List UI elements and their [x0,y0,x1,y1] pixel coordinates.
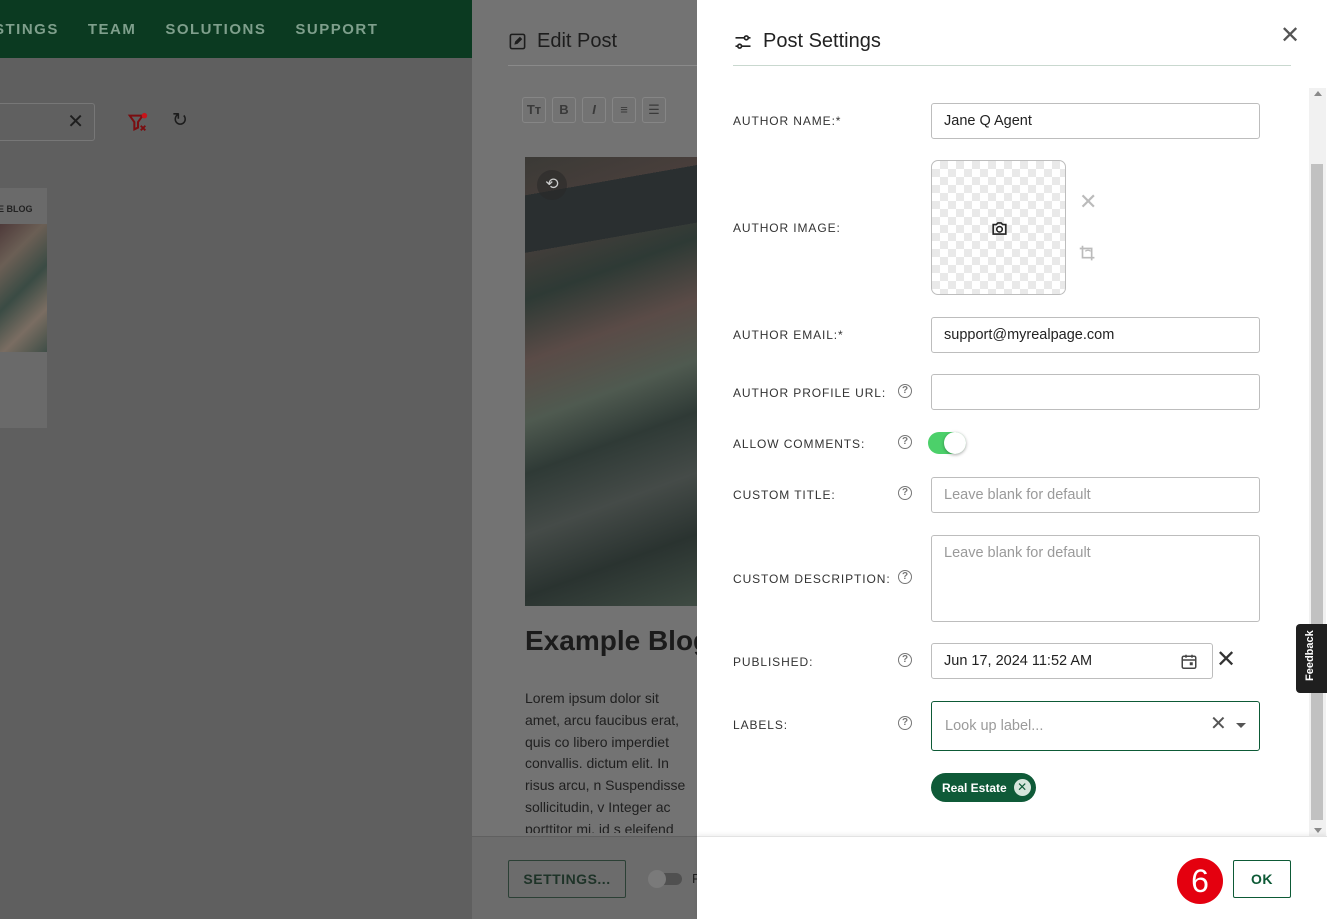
publish-toggle[interactable] [648,870,682,888]
text-size-button[interactable]: Tт [522,97,546,123]
blog-card-title: E BLOG [0,204,33,214]
published-date-value: Jun 17, 2024 11:52 AM [944,653,1093,669]
allow-comments-label: ALLOW COMMENTS: [733,437,866,451]
author-email-label: AUTHOR EMAIL:* [733,328,844,342]
edit-post-title: Edit Post [537,30,618,52]
camera-icon [992,222,1007,235]
feedback-label: Feedback [1304,630,1316,681]
list-button[interactable]: ☰ [642,97,666,123]
panel-title: Post Settings [763,30,881,52]
label-chip[interactable]: Real Estate ✕ [931,773,1036,802]
post-body[interactable]: Lorem ipsum dolor sit amet, arcu faucibu… [525,688,697,833]
app-top-nav: STINGS TEAM SOLUTIONS SUPPORT [0,0,472,58]
custom-title-input[interactable]: Leave blank for default [931,477,1260,513]
clear-date-icon[interactable]: ✕ [1216,648,1236,672]
author-email-input[interactable]: support@myrealpage.com [931,317,1260,353]
calendar-icon[interactable] [1180,652,1198,671]
panel-divider [733,65,1291,66]
blog-card[interactable]: E BLOG [0,188,47,428]
scroll-thumb[interactable] [1311,164,1323,820]
help-icon[interactable]: ? [898,435,912,449]
nav-item-team[interactable]: TEAM [88,21,137,38]
filter-icon[interactable] [127,112,149,134]
blog-card-image [0,224,47,352]
author-name-input[interactable]: Jane Q Agent [931,103,1260,139]
custom-description-textarea[interactable]: Leave blank for default [931,535,1260,622]
custom-title-label: CUSTOM TITLE: [733,488,836,502]
bold-button[interactable]: B [552,97,576,123]
help-icon[interactable]: ? [898,716,912,730]
help-icon[interactable]: ? [898,486,912,500]
divider [508,65,697,66]
labels-label: LABELS: [733,718,788,732]
edit-post-dialog: Edit Post Tт B I ≡ ☰ ⟲ Example Blog Lore… [472,0,710,919]
post-title[interactable]: Example Blog [525,625,710,657]
chevron-down-icon[interactable] [1236,723,1246,728]
scroll-up-icon[interactable] [1314,91,1322,96]
refresh-icon[interactable]: ↻ [172,111,190,130]
help-icon[interactable]: ? [898,570,912,584]
sliders-icon [735,34,751,49]
clear-labels-icon[interactable]: ✕ [1210,714,1227,734]
published-date-input[interactable]: Jun 17, 2024 11:52 AM [931,643,1213,679]
label-chip-text: Real Estate [942,780,1007,795]
close-icon[interactable]: ✕ [1280,24,1300,48]
clear-search-icon[interactable]: ✕ [67,112,84,132]
scroll-down-icon[interactable] [1314,828,1322,833]
nav-item-solutions[interactable]: SOLUTIONS [165,21,266,38]
crop-icon[interactable] [1077,243,1099,265]
published-label: PUBLISHED: [733,655,814,669]
labels-placeholder: Look up label... [945,718,1044,734]
panel-header: Post Settings [733,30,881,53]
help-icon[interactable]: ? [898,384,912,398]
feedback-tab[interactable]: Feedback [1296,624,1327,693]
ok-button[interactable]: OK [1233,860,1291,898]
nav-item-settings[interactable]: STINGS [0,21,59,38]
editor-toolbar: Tт B I ≡ ☰ [522,97,666,123]
post-cover-image: ⟲ [525,157,697,606]
author-image-upload[interactable] [931,160,1066,295]
author-name-label: AUTHOR NAME:* [733,114,842,128]
panel-footer: 6 OK [697,836,1327,919]
remove-chip-icon[interactable]: ✕ [1013,779,1031,796]
italic-button[interactable]: I [582,97,606,123]
step-badge: 6 [1177,858,1223,904]
author-profile-url-label: AUTHOR PROFILE URL: [733,386,887,400]
labels-lookup-input[interactable]: Look up label... ✕ [931,701,1260,751]
editor-footer: SETTINGS... F [472,836,700,919]
custom-description-label: CUSTOM DESCRIPTION: [733,572,891,586]
post-settings-panel: Post Settings ✕ AUTHOR NAME:* Jane Q Age… [697,0,1327,919]
allow-comments-toggle[interactable] [928,432,966,454]
align-button[interactable]: ≡ [612,97,636,123]
crop-icon[interactable]: ⟲ [537,170,567,200]
settings-button[interactable]: SETTINGS... [508,860,626,898]
edit-post-header: Edit Post [508,30,617,53]
author-image-label: AUTHOR IMAGE: [733,221,841,235]
scrollbar[interactable] [1309,88,1326,836]
edit-icon [509,33,526,50]
app-search-input[interactable]: ✕ [0,103,95,141]
help-icon[interactable]: ? [898,653,912,667]
nav-item-support[interactable]: SUPPORT [295,21,378,38]
remove-image-icon[interactable]: ✕ [1079,191,1097,213]
author-profile-url-input[interactable] [931,374,1260,410]
